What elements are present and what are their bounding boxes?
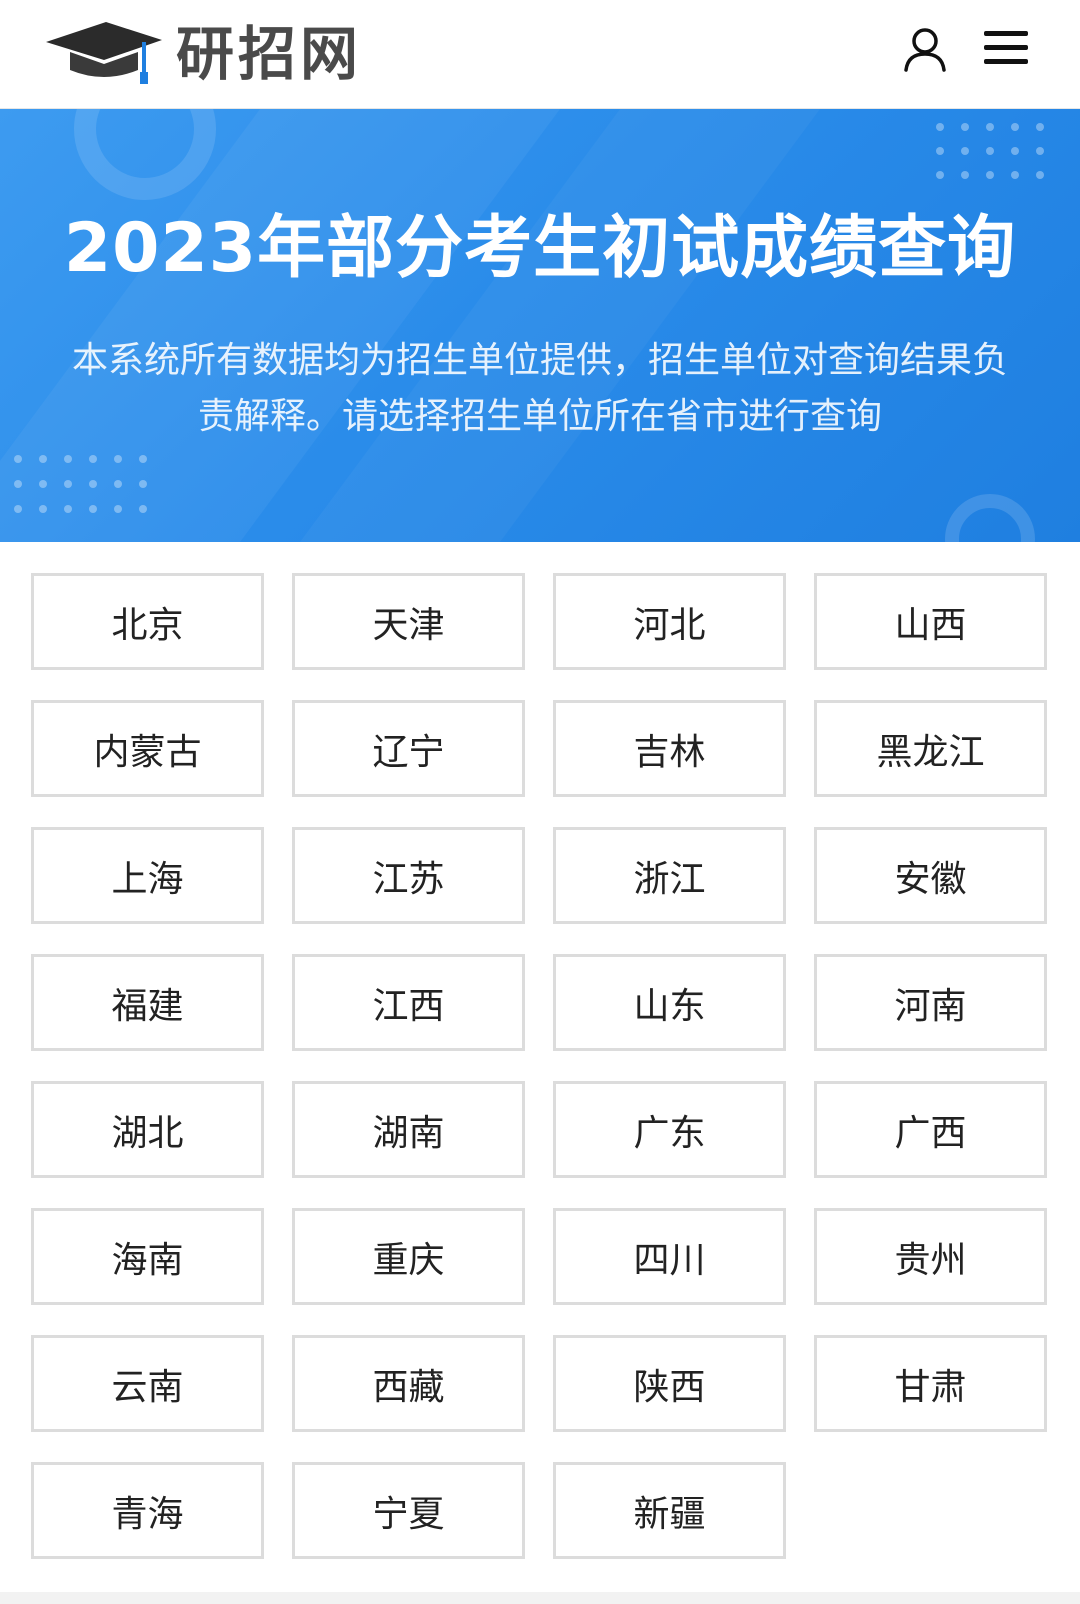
- site-logo[interactable]: 研招网: [44, 12, 364, 96]
- province-button[interactable]: 陕西: [553, 1335, 786, 1432]
- top-header: 研招网: [0, 0, 1080, 109]
- province-button[interactable]: 重庆: [292, 1208, 525, 1305]
- banner-decoration: [0, 109, 1044, 542]
- province-button[interactable]: 江苏: [292, 827, 525, 924]
- province-button[interactable]: 北京: [31, 573, 264, 670]
- province-grid: 北京 天津 河北 山西内蒙古 辽宁 吉林 黑龙江上海 江苏 浙江 安徽福建 江西 山东 河南湖北 湖南 广东…: [31, 573, 1050, 1559]
- province-button[interactable]: 上海: [31, 827, 264, 924]
- province-button[interactable]: 云南: [31, 1335, 264, 1432]
- province-button[interactable]: 广东: [553, 1081, 786, 1178]
- province-button[interactable]: 宁夏: [292, 1462, 525, 1559]
- province-button[interactable]: 湖南: [292, 1081, 525, 1178]
- province-button[interactable]: 内蒙古: [31, 700, 264, 797]
- province-button[interactable]: 天津: [292, 573, 525, 670]
- province-button[interactable]: 吉林: [553, 700, 786, 797]
- province-button[interactable]: 山西: [814, 573, 1047, 670]
- province-button[interactable]: 湖北: [31, 1081, 264, 1178]
- page-description: 本系统所有数据均为招生单位提供，招生单位对查询结果负责解释。请选择招生单位所在省…: [71, 340, 1008, 437]
- province-button[interactable]: 浙江: [553, 827, 786, 924]
- province-button[interactable]: 黑龙江: [814, 700, 1047, 797]
- province-button[interactable]: 贵州: [814, 1208, 1047, 1305]
- province-button[interactable]: 甘肃: [814, 1335, 1047, 1432]
- province-button[interactable]: 辽宁: [292, 700, 525, 797]
- province-button[interactable]: 海南: [31, 1208, 264, 1305]
- province-button[interactable]: 广西: [814, 1081, 1047, 1178]
- province-button[interactable]: 四川: [553, 1208, 786, 1305]
- hero-banner: 2023年部分考生初试成绩查询 本系统所有数据均为招生单位提供，招生单位对查询结…: [0, 109, 1080, 542]
- province-button[interactable]: 河南: [814, 954, 1047, 1051]
- province-button[interactable]: 新疆: [553, 1462, 786, 1559]
- province-button[interactable]: 青海: [31, 1462, 264, 1559]
- province-button[interactable]: 安徽: [814, 827, 1047, 924]
- province-button[interactable]: 山东: [553, 954, 786, 1051]
- graduation-cap-icon: [46, 22, 162, 84]
- user-icon[interactable]: [902, 26, 948, 72]
- footer-divider: [0, 1592, 1080, 1604]
- province-button[interactable]: 福建: [31, 954, 264, 1051]
- hamburger-menu-icon[interactable]: [982, 28, 1030, 68]
- page-title: 2023年部分考生初试成绩查询: [63, 209, 1017, 288]
- province-button[interactable]: 西藏: [292, 1335, 525, 1432]
- logo-text: 研招网: [176, 20, 363, 88]
- province-button[interactable]: 河北: [553, 573, 786, 670]
- province-button[interactable]: 江西: [292, 954, 525, 1051]
